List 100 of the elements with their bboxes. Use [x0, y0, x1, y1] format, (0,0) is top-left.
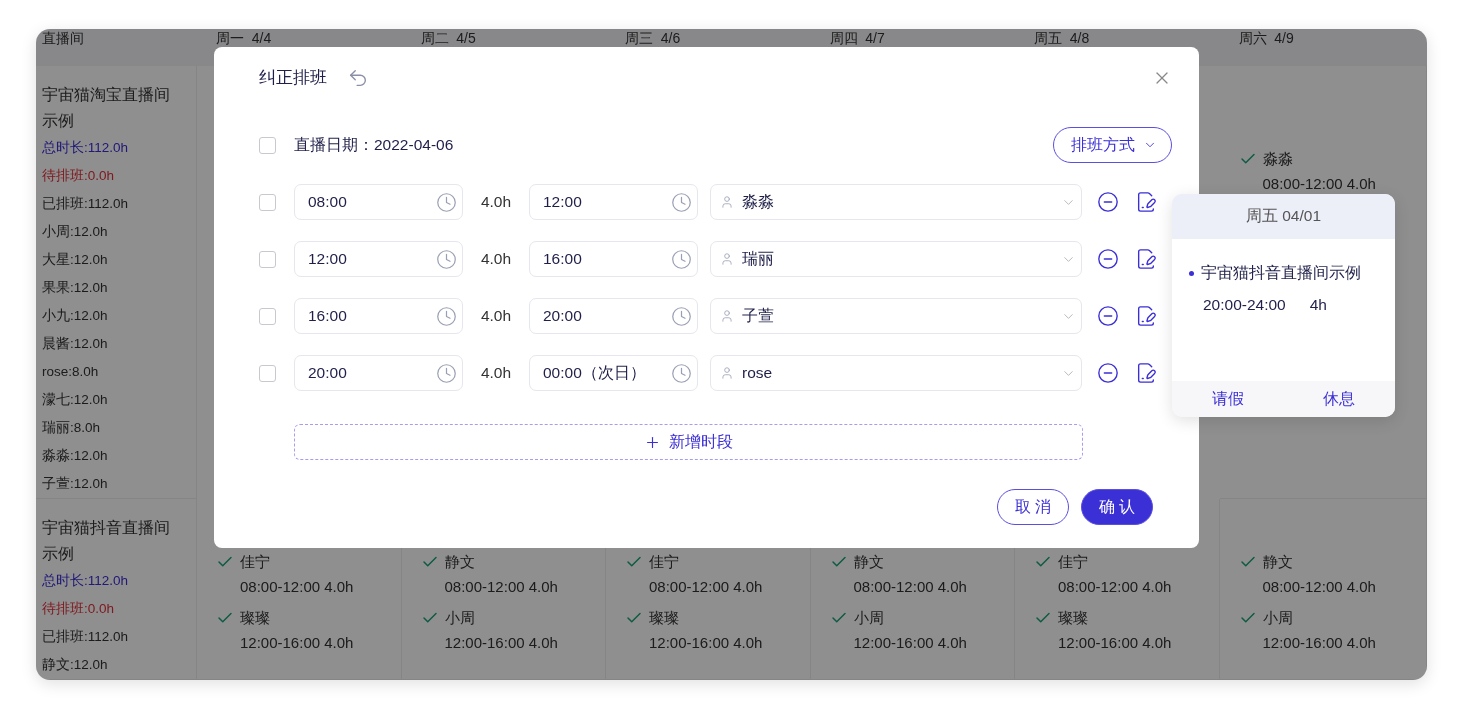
clock-icon — [436, 248, 457, 270]
bullet-icon — [1189, 271, 1194, 276]
shift-time: 12:00-16:00 4.0h — [1262, 634, 1377, 651]
stat-line: 果果:12.0h — [42, 279, 109, 297]
edit-icon[interactable] — [1135, 362, 1157, 384]
clock-icon — [671, 248, 692, 270]
undo-icon[interactable] — [347, 67, 369, 89]
host-name: 璨璨 — [240, 609, 271, 628]
shift-time: 08:00-12:00 4.0h — [649, 578, 764, 595]
shift-time: 08:00-12:00 4.0h — [1262, 578, 1377, 595]
edit-icon[interactable] — [1135, 191, 1157, 213]
shift-time: 12:00-16:00 4.0h — [1058, 634, 1173, 651]
host-name: 静文 — [444, 553, 476, 572]
host-select[interactable]: rose — [710, 355, 1082, 391]
stat-line: 小周:12.0h — [42, 223, 109, 241]
stat-line: 小九:12.0h — [42, 307, 109, 325]
end-time-field[interactable]: 00:00（次日） — [529, 355, 698, 391]
shift-time: 12:00-16:00 4.0h — [649, 634, 764, 651]
room-name: 宇宙猫抖音直播间示例 — [1201, 263, 1361, 283]
end-time-field[interactable]: 16:00 — [529, 241, 698, 277]
shift-time: 08:00-12:00 4.0h — [444, 578, 559, 595]
host-name: 小周 — [1262, 609, 1294, 628]
host-select[interactable]: 淼淼 — [710, 184, 1082, 220]
duration-label: 4.0h — [479, 364, 513, 382]
stat-line: 大星:12.0h — [42, 251, 109, 269]
user-icon — [720, 309, 734, 323]
edit-icon[interactable] — [1135, 248, 1157, 270]
dialog-title: 纠正排班 — [259, 67, 327, 88]
shift-hours: 4h — [1309, 296, 1327, 314]
duration-label: 4.0h — [479, 250, 513, 268]
shift-time: 12:00-16:00 4.0h — [240, 634, 355, 651]
user-icon — [720, 195, 734, 209]
action-link[interactable]: 休息 — [1317, 387, 1362, 411]
shift-time: 12:00-16:00 4.0h — [853, 634, 968, 651]
start-time-field[interactable]: 16:00 — [294, 298, 463, 334]
stat-line: 静文:12.0h — [42, 656, 109, 674]
remove-icon[interactable] — [1097, 305, 1119, 327]
stat-line: 晨酱:12.0h — [42, 335, 109, 353]
checkbox[interactable] — [259, 136, 276, 154]
clock-icon — [671, 191, 692, 213]
host-name: 小周 — [444, 609, 476, 628]
room-name: 宇宙猫淘宝直播间示例 — [42, 85, 171, 131]
column-header: 周六 4/9 — [1219, 29, 1427, 66]
shift-time: 08:00-12:00 4.0h — [853, 578, 968, 595]
edit-icon[interactable] — [1135, 305, 1157, 327]
cancel-button[interactable]: 取 消 — [997, 489, 1069, 525]
start-time-field[interactable]: 12:00 — [294, 241, 463, 277]
stat-line: 总时长:112.0h — [42, 139, 130, 157]
stat-line: rose:8.0h — [42, 363, 100, 381]
duration-label: 4.0h — [479, 193, 513, 211]
remove-icon[interactable] — [1097, 191, 1119, 213]
mode-dropdown-button[interactable]: 排班方式 — [1053, 127, 1172, 163]
start-time-field[interactable]: 08:00 — [294, 184, 463, 220]
clock-icon — [436, 362, 457, 384]
shift-time: 12:00-16:00 4.0h — [444, 634, 559, 651]
host-name: 佳宁 — [240, 553, 271, 572]
host-name: 静文 — [853, 553, 885, 572]
checkbox[interactable] — [259, 250, 276, 268]
stat-line: 已排班:112.0h — [42, 195, 130, 213]
user-icon — [720, 252, 734, 266]
stat-line: 总时长:112.0h — [42, 572, 130, 590]
remove-icon[interactable] — [1097, 248, 1119, 270]
host-name: 佳宁 — [649, 553, 680, 572]
column-header: 直播间 — [36, 29, 197, 66]
host-name: 小周 — [853, 609, 885, 628]
host-name: 淼淼 — [1262, 150, 1294, 169]
stat-line: 待排班:0.0h — [42, 600, 116, 618]
stat-line: 子萱:12.0h — [42, 475, 109, 493]
stat-line: 待排班:0.0h — [42, 167, 116, 185]
stat-line: 瑞丽:8.0h — [42, 419, 102, 437]
add-slot-button[interactable]: 新增时段 — [294, 424, 1083, 460]
action-link[interactable]: 请假 — [1205, 387, 1250, 411]
start-time-field[interactable]: 20:00 — [294, 355, 463, 391]
confirm-button[interactable]: 确 认 — [1081, 489, 1153, 525]
end-time-field[interactable]: 20:00 — [529, 298, 698, 334]
clock-icon — [671, 362, 692, 384]
checkbox[interactable] — [259, 307, 276, 325]
clock-icon — [436, 305, 457, 327]
room-name: 宇宙猫抖音直播间示例 — [42, 518, 171, 564]
clock-icon — [436, 191, 457, 213]
date-label: 直播日期：2022-04-06 — [294, 134, 454, 155]
shift-time: 08:00-12:00 4.0h — [1262, 175, 1377, 192]
popover-title: 周五 04/01 — [1172, 194, 1395, 239]
host-name: 璨璨 — [1058, 609, 1089, 628]
host-select[interactable]: 瑞丽 — [710, 241, 1082, 277]
user-icon — [720, 366, 734, 380]
shift-time: 20:00-24:00 — [1203, 296, 1286, 314]
end-time-field[interactable]: 12:00 — [529, 184, 698, 220]
clock-icon — [671, 305, 692, 327]
host-name: 璨璨 — [649, 609, 680, 628]
remove-icon[interactable] — [1097, 362, 1119, 384]
checkbox[interactable] — [259, 193, 276, 211]
host-name: 静文 — [1262, 553, 1294, 572]
host-name: 佳宁 — [1058, 553, 1089, 572]
host-select[interactable]: 子萱 — [710, 298, 1082, 334]
shift-time: 08:00-12:00 4.0h — [1058, 578, 1173, 595]
stat-line: 濛七:12.0h — [42, 391, 109, 409]
checkbox[interactable] — [259, 364, 276, 382]
stat-line: 淼淼:12.0h — [42, 447, 109, 465]
shift-time: 08:00-12:00 4.0h — [240, 578, 355, 595]
